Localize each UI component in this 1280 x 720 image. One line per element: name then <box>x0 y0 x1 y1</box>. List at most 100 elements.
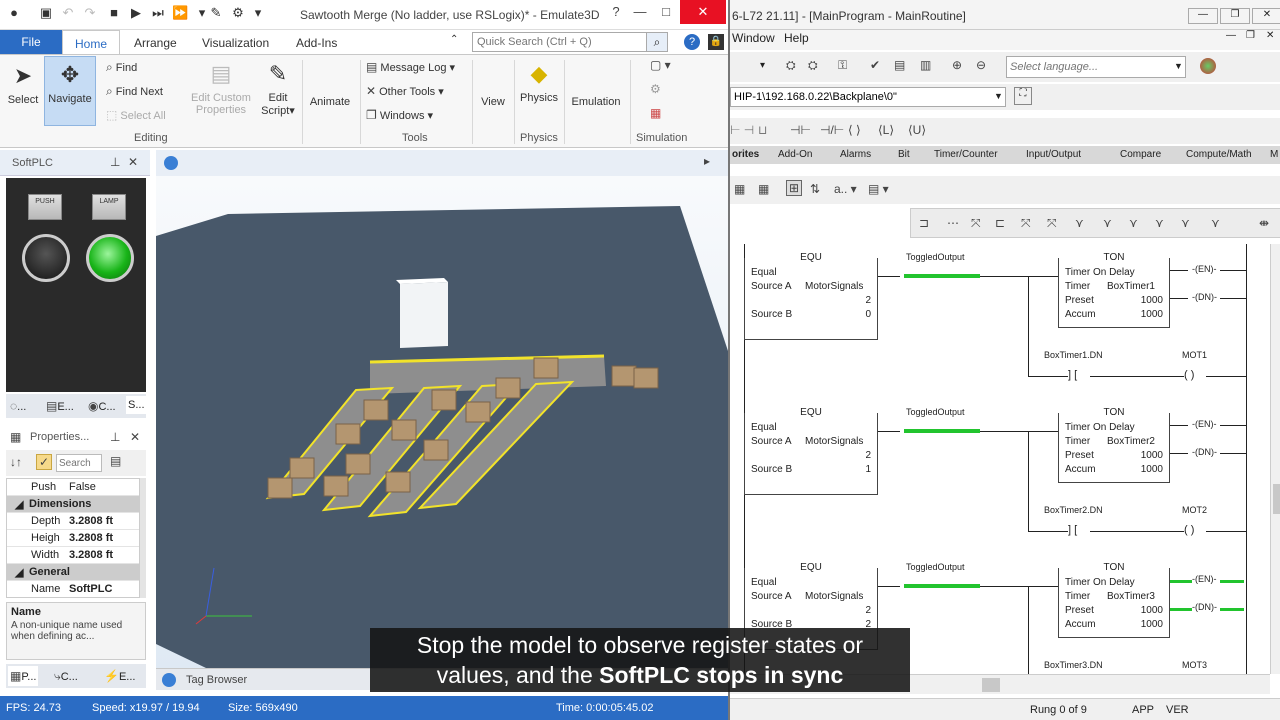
edit-tool-4-icon[interactable]: ⊏ <box>995 216 1005 230</box>
pane-close-icon[interactable]: ✕ <box>128 155 138 169</box>
windows-button[interactable]: ❐ Windows ▾ <box>366 108 433 122</box>
select-all-button[interactable]: ⬚ Select All <box>106 108 166 122</box>
find-button[interactable]: ⌕ Find <box>106 60 137 75</box>
edit-tool-13-icon[interactable]: ⇼ <box>1259 216 1269 230</box>
tab-compare[interactable]: Compare <box>1120 149 1161 160</box>
tab-explorer[interactable]: ▤E... <box>46 399 74 413</box>
property-row[interactable]: Name SoftPLC <box>7 581 139 597</box>
message-log-button[interactable]: ▤ Message Log ▾ <box>366 60 455 74</box>
tab-arrange[interactable]: Arrange <box>134 36 177 50</box>
property-row[interactable]: Width 3.2808 ft <box>7 547 139 564</box>
property-category[interactable]: ◢ General <box>7 564 139 581</box>
emulation-button[interactable]: Emulation <box>568 96 624 108</box>
tab-compute-math[interactable]: Compute/Math <box>1186 149 1252 160</box>
edit-tool-8-icon[interactable]: ⋎ <box>1103 216 1112 230</box>
rung-icon[interactable]: ⊢ ⊣ <box>730 123 754 137</box>
property-category[interactable]: ◢ Dimensions <box>7 496 139 513</box>
redo-icon[interactable]: ↷ <box>82 5 98 21</box>
edit-tool-1-icon[interactable]: ⊐ <box>919 216 929 230</box>
view-button[interactable]: View <box>476 96 510 108</box>
pane-close-icon[interactable]: ✕ <box>130 430 140 444</box>
ote-icon[interactable]: ⟨ ⟩ <box>848 123 861 137</box>
tab-catalog[interactable]: ◉C... <box>88 399 116 413</box>
step-icon[interactable]: ⏭ <box>150 5 166 21</box>
sort-icon[interactable]: ↓↑ <box>10 455 22 469</box>
ton-instruction[interactable]: TON Timer On Delay Timer BoxTimer1 Prese… <box>1058 252 1170 328</box>
mdi-restore-icon[interactable]: ❐ <box>1246 30 1255 41</box>
display-mode-icon[interactable]: ⊞ <box>786 180 803 196</box>
otl-icon[interactable]: ⟨L⟩ <box>878 123 894 137</box>
ote-coil[interactable]: ( ) <box>1184 369 1194 381</box>
rsl-maximize-icon[interactable]: ❐ <box>1220 8 1250 24</box>
xic-contact[interactable]: ] [ <box>1068 369 1077 381</box>
edit-custom-properties-button[interactable]: ▤ Edit Custom Properties <box>186 60 256 116</box>
ton-instruction[interactable]: TON Timer On Delay Timer BoxTimer3 Prese… <box>1058 562 1170 638</box>
routine-b-icon[interactable]: ▦ <box>758 182 769 196</box>
zoom-in-icon[interactable]: ⊕ <box>952 58 962 72</box>
quick-search-input[interactable] <box>472 32 668 52</box>
fast-forward-icon[interactable]: ⏩ <box>172 5 188 21</box>
save-icon[interactable]: ▣ <box>38 5 54 21</box>
edit-tool-12-icon[interactable]: ⋎ <box>1211 216 1220 230</box>
routine-a-icon[interactable]: ▦ <box>734 182 745 196</box>
tab-bit[interactable]: Bit <box>898 149 910 160</box>
tab-file[interactable]: File <box>0 30 62 54</box>
mdi-close-icon[interactable]: ✕ <box>1266 30 1274 41</box>
sim-run-icon[interactable]: ▦ <box>650 106 661 120</box>
path-field[interactable] <box>730 87 1006 107</box>
help-icon[interactable]: ? <box>684 34 700 50</box>
search-icon[interactable]: ⌕ <box>646 32 668 52</box>
navigate-button[interactable]: ✥ Navigate <box>44 56 96 126</box>
edit-tool-11-icon[interactable]: ⋎ <box>1181 216 1190 230</box>
xic-icon[interactable]: ⊣⊢ <box>790 123 811 137</box>
energized-contact[interactable] <box>904 274 980 278</box>
edit-tool-3-icon[interactable]: ⤧ <box>971 216 981 231</box>
property-row[interactable]: Push False <box>7 479 139 496</box>
equ-instruction[interactable]: EQU Equal Source A MotorSignals 2 Source… <box>744 407 878 495</box>
style-icon[interactable]: ▤ ▾ <box>868 182 889 196</box>
property-row[interactable]: Heigh 3.2808 ft <box>7 530 139 547</box>
ton-instruction[interactable]: TON Timer On Delay Timer BoxTimer2 Prese… <box>1058 407 1170 483</box>
wrench-icon[interactable]: ✎ <box>208 5 224 21</box>
collapse-ribbon-icon[interactable]: ⌃ <box>450 34 458 45</box>
energized-contact[interactable] <box>904 429 980 433</box>
sort-order-icon[interactable]: ⇅ <box>810 182 820 196</box>
language-select[interactable] <box>1006 56 1186 78</box>
menu-window[interactable]: Window <box>732 31 775 45</box>
language-globe-icon[interactable] <box>1200 58 1216 74</box>
edit-tool-10-icon[interactable]: ⋎ <box>1155 216 1164 230</box>
tab-input-output[interactable]: Input/Output <box>1026 149 1081 160</box>
menu-help[interactable]: Help <box>784 31 809 45</box>
edit-tool-2-icon[interactable]: ⋯ <box>947 216 959 230</box>
sim-view-icon[interactable]: ▢ ▾ <box>650 58 671 72</box>
who-active-icon[interactable]: ⛶ <box>1014 87 1032 105</box>
energized-contact[interactable] <box>904 584 980 588</box>
tab-chat[interactable]: ◌... <box>10 399 26 413</box>
other-tools-button[interactable]: ✕ Other Tools ▾ <box>366 84 444 98</box>
ladder-editor[interactable]: EQU Equal Source A MotorSignals 2 Source… <box>730 244 1270 691</box>
path-dropdown-icon[interactable]: ▼ <box>994 91 1003 101</box>
select-button[interactable]: ➤ Select <box>4 62 42 106</box>
edit-tool-9-icon[interactable]: ⋎ <box>1129 216 1138 230</box>
tab-visualization[interactable]: Visualization <box>202 36 269 50</box>
stop-icon[interactable]: ■ <box>106 5 122 21</box>
tab-connections[interactable]: ⤷C... <box>54 669 78 684</box>
tab-events[interactable]: ⚡E... <box>104 669 135 683</box>
mdi-minimize-icon[interactable]: — <box>1226 30 1236 41</box>
settings-icon[interactable]: ⚙ <box>230 5 246 21</box>
find-next-button[interactable]: ⌕ Find Next <box>106 84 163 99</box>
qat-dropdown-icon[interactable]: ▾ <box>250 5 266 21</box>
push-button[interactable] <box>22 234 70 282</box>
ote-coil[interactable]: ( ) <box>1184 524 1194 536</box>
edit-tool-6-icon[interactable]: ⤧ <box>1047 216 1057 231</box>
undo-icon[interactable]: ↶ <box>60 5 76 21</box>
rsl-close-icon[interactable]: ✕ <box>1252 8 1280 24</box>
sim-settings-icon[interactable]: ⚙ <box>650 82 661 96</box>
3d-viewport[interactable] <box>156 176 728 668</box>
property-row[interactable]: Depth 3.2808 ft <box>7 513 139 530</box>
online-icon[interactable]: ⛭ <box>786 58 796 73</box>
equ-instruction[interactable]: EQU Equal Source A MotorSignals 2 Source… <box>744 252 878 340</box>
tab-softplc[interactable]: S... <box>126 396 147 414</box>
props-icon[interactable]: ▤ <box>894 58 905 72</box>
rsl-minimize-icon[interactable]: — <box>1188 8 1218 24</box>
